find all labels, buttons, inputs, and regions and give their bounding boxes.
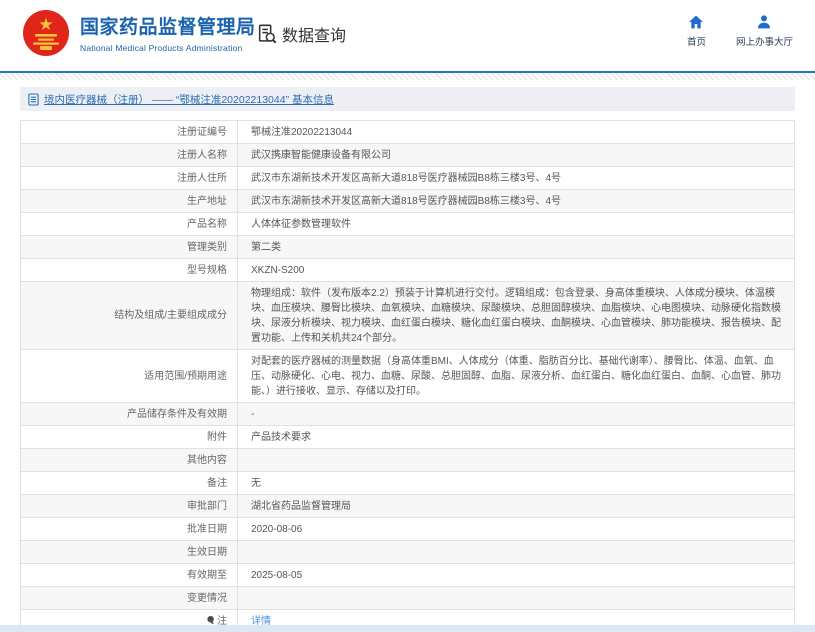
breadcrumb: 境内医疗器械（注册） —— “鄂械注准20202213044” 基本信息	[20, 87, 795, 111]
row-value: 鄂械注准20202213044	[237, 120, 795, 144]
row-value: 湖北省药品监督管理局	[237, 494, 795, 518]
doc-search-icon	[256, 23, 278, 45]
row-label: 其他内容	[20, 448, 238, 472]
table-row: 生效日期	[20, 540, 795, 564]
org-name-en: National Medical Products Administration	[80, 43, 243, 53]
row-label: 附件	[20, 425, 238, 449]
row-label: 产品名称	[20, 212, 238, 236]
person-icon	[756, 14, 772, 30]
row-label: 产品储存条件及有效期	[20, 402, 238, 426]
row-label: 结构及组成/主要组成成分	[20, 281, 238, 350]
row-label: 注册证编号	[20, 120, 238, 144]
row-label: 批准日期	[20, 517, 238, 541]
table-row: 变更情况	[20, 586, 795, 610]
hatch-band	[0, 73, 815, 80]
data-query-label: 数据查询	[282, 28, 347, 45]
row-label: 适用范围/预期用途	[20, 349, 238, 403]
row-value: 武汉市东湖新技术开发区高新大道818号医疗器械园B8栋三楼3号、4号	[237, 189, 795, 213]
row-value: 2025-08-05	[237, 563, 795, 587]
row-value: XKZN-S200	[237, 258, 795, 282]
nav-data-query[interactable]: 数据查询	[256, 22, 346, 46]
row-label: 生产地址	[20, 189, 238, 213]
table-row: 注册人名称 武汉携康智能健康设备有限公司	[20, 143, 795, 167]
table-row: 产品名称 人体体征参数管理软件	[20, 212, 795, 236]
table-row: 适用范围/预期用途 对配套的医疗器械的测量数据（身高体重BMI、人体成分（体重、脂…	[20, 349, 795, 403]
row-label: 变更情况	[20, 586, 238, 610]
table-row: 产品储存条件及有效期 -	[20, 402, 795, 426]
row-label: 有效期至	[20, 563, 238, 587]
row-label: 生效日期	[20, 540, 238, 564]
row-label: 备注	[20, 471, 238, 495]
row-value	[237, 448, 795, 472]
row-value: 人体体征参数管理软件	[237, 212, 795, 236]
nav-hall-label: 网上办事大厅	[735, 37, 793, 48]
table-row: 审批部门 湖北省药品监督管理局	[20, 494, 795, 518]
main-content: 境内医疗器械（注册） —— “鄂械注准20202213044” 基本信息 注册证…	[20, 87, 795, 632]
site-header: ★ 国家药品监督管理局 National Medical Products Ad…	[0, 0, 815, 71]
svg-text:★: ★	[38, 15, 53, 34]
info-table-body: 注册证编号 鄂械注准20202213044 注册人名称 武汉携康智能健康设备有限公司注…	[20, 120, 795, 632]
home-icon	[688, 14, 704, 30]
page: ★ 国家药品监督管理局 National Medical Products Ad…	[0, 0, 815, 632]
national-emblem-logo: ★	[22, 9, 70, 57]
row-value: 第二类	[237, 235, 795, 259]
registration-info-table: 注册证编号 鄂械注准20202213044 注册人名称 武汉携康智能健康设备有限公司注…	[20, 120, 795, 632]
document-icon	[28, 92, 39, 106]
table-row: 管理类别 第二类	[20, 235, 795, 259]
org-name-cn: 国家药品监督管理局	[80, 17, 256, 38]
table-row: 附件 产品技术要求	[20, 425, 795, 449]
row-value: 武汉携康智能健康设备有限公司	[237, 143, 795, 167]
row-value: 2020-08-06	[237, 517, 795, 541]
nav-home[interactable]: 首页	[687, 14, 706, 48]
breadcrumb-text: 境内医疗器械（注册） —— “鄂械注准20202213044” 基本信息	[44, 93, 334, 106]
table-row: 有效期至 2025-08-05	[20, 563, 795, 587]
row-label: 审批部门	[20, 494, 238, 518]
footer-band	[0, 625, 815, 632]
note-icon	[207, 615, 214, 624]
row-value	[237, 540, 795, 564]
row-label: 型号规格	[20, 258, 238, 282]
row-value: 物理组成：软件（发布版本2.2）预装于计算机进行交付。逻辑组成：包含登录、身高体…	[237, 281, 795, 350]
brand: 国家药品监督管理局 National Medical Products Admi…	[80, 16, 256, 53]
nav-service-hall[interactable]: 网上办事大厅	[736, 14, 793, 48]
table-row: 其他内容	[20, 448, 795, 472]
row-value: 产品技术要求	[237, 425, 795, 449]
row-label: 注册人住所	[20, 166, 238, 190]
row-label: 管理类别	[20, 235, 238, 259]
top-nav: 首页 网上办事大厅	[687, 14, 793, 48]
row-label: 注册人名称	[20, 143, 238, 167]
table-row: 注册证编号 鄂械注准20202213044	[20, 120, 795, 144]
table-row: 注册人住所 武汉市东湖新技术开发区高新大道818号医疗器械园B8栋三楼3号、4号	[20, 166, 795, 190]
row-value: 对配套的医疗器械的测量数据（身高体重BMI、人体成分（体重、脂肪百分比、基础代谢…	[237, 349, 795, 403]
table-row: 备注无	[20, 471, 795, 495]
nav-home-label: 首页	[686, 37, 706, 48]
row-value	[237, 586, 795, 610]
table-row: 批准日期 2020-08-06	[20, 517, 795, 541]
row-value: 无	[237, 471, 795, 495]
table-row: 结构及组成/主要组成成分 物理组成：软件（发布版本2.2）预装于计算机进行交付。逻…	[20, 281, 795, 350]
table-row: 生产地址 武汉市东湖新技术开发区高新大道818号医疗器械园B8栋三楼3号、4号	[20, 189, 795, 213]
table-row: 型号规格 XKZN-S200	[20, 258, 795, 282]
row-value: -	[237, 402, 795, 426]
row-value: 武汉市东湖新技术开发区高新大道818号医疗器械园B8栋三楼3号、4号	[237, 166, 795, 190]
